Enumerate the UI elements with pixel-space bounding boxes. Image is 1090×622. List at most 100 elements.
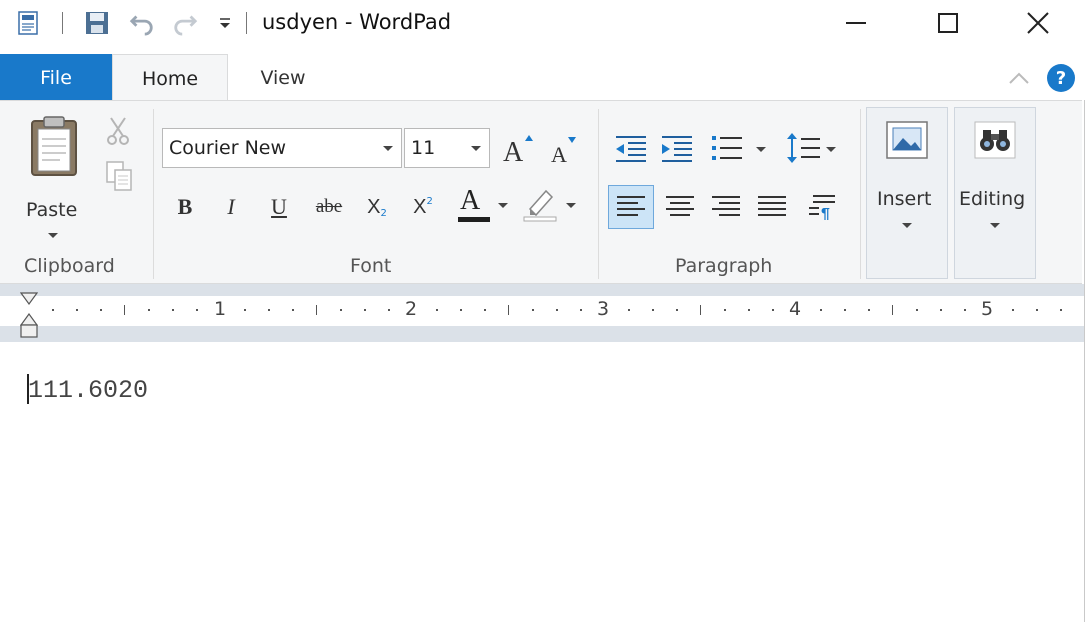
group-separator bbox=[598, 109, 599, 279]
ruler-tick bbox=[820, 309, 822, 311]
ruler-number: 4 bbox=[789, 298, 802, 320]
subscript-marker: 2 bbox=[380, 207, 387, 219]
align-center-icon bbox=[666, 196, 694, 216]
ruler-tick bbox=[268, 309, 270, 311]
ruler-tick bbox=[1060, 309, 1062, 311]
ruler-number: 2 bbox=[405, 298, 418, 320]
ruler[interactable]: 1 2 3 4 5 bbox=[0, 296, 1090, 326]
ruler-tick bbox=[652, 309, 654, 311]
ruler-tick bbox=[508, 305, 509, 315]
align-left-button[interactable] bbox=[608, 185, 654, 229]
shrink-font-icon: A bbox=[551, 137, 576, 165]
ruler-tick bbox=[340, 309, 342, 311]
svg-text:A: A bbox=[503, 137, 524, 165]
paste-label: Paste bbox=[26, 199, 78, 221]
svg-text:A: A bbox=[551, 142, 567, 165]
ruler-tick bbox=[724, 309, 726, 311]
customize-qat-icon[interactable] bbox=[212, 10, 238, 36]
maximize-icon bbox=[938, 13, 958, 33]
maximize-button[interactable] bbox=[902, 0, 994, 46]
insert-button[interactable]: Insert bbox=[866, 107, 948, 279]
strikethrough-button[interactable]: abe bbox=[308, 189, 350, 225]
ruler-tick bbox=[244, 309, 246, 311]
ruler-tick bbox=[916, 309, 918, 311]
subscript-button[interactable]: X 2 bbox=[358, 189, 396, 225]
ruler-tick bbox=[100, 309, 102, 311]
ruler-tick bbox=[484, 309, 486, 311]
close-button[interactable] bbox=[992, 0, 1084, 46]
increase-indent-button[interactable] bbox=[658, 129, 696, 167]
ruler-number: 5 bbox=[981, 298, 994, 320]
italic-button[interactable]: I bbox=[212, 189, 250, 225]
minimize-button[interactable] bbox=[810, 0, 902, 46]
minimize-ribbon-icon[interactable] bbox=[1008, 70, 1030, 89]
highlighter-icon bbox=[523, 189, 557, 222]
chevron-down-icon bbox=[498, 203, 508, 208]
qat-separator bbox=[62, 12, 63, 34]
ruler-tick bbox=[964, 309, 966, 311]
align-left-icon bbox=[617, 196, 645, 216]
font-group-label: Font bbox=[350, 255, 392, 277]
tab-view[interactable]: View bbox=[238, 54, 328, 101]
font-size-dropdown[interactable]: 11 bbox=[404, 128, 490, 168]
window-title: usdyen - WordPad bbox=[262, 10, 452, 34]
window-right-edge bbox=[1084, 100, 1090, 622]
ruler-number: 3 bbox=[597, 298, 610, 320]
undo-icon[interactable] bbox=[129, 10, 155, 36]
tab-home[interactable]: Home bbox=[112, 54, 228, 102]
chevron-down-icon bbox=[826, 147, 836, 152]
shrink-font-button[interactable]: A bbox=[546, 133, 580, 167]
align-center-button[interactable] bbox=[660, 185, 700, 229]
ruler-tick bbox=[700, 305, 701, 315]
svg-text:¶: ¶ bbox=[821, 206, 830, 220]
justify-icon bbox=[758, 196, 786, 216]
copy-button[interactable] bbox=[103, 159, 135, 193]
ruler-tick bbox=[556, 309, 558, 311]
justify-button[interactable] bbox=[752, 185, 792, 229]
tab-file[interactable]: File bbox=[0, 54, 112, 101]
ruler-tick bbox=[772, 309, 774, 311]
save-icon[interactable] bbox=[84, 10, 110, 36]
bullet-list-button[interactable] bbox=[708, 129, 770, 167]
wordpad-app-icon[interactable] bbox=[16, 10, 42, 36]
paste-button[interactable]: Paste bbox=[18, 113, 90, 241]
chevron-down-icon bbox=[756, 147, 766, 152]
redo-icon[interactable] bbox=[172, 10, 198, 36]
bold-button[interactable]: B bbox=[166, 189, 204, 225]
highlight-color-button[interactable] bbox=[520, 185, 580, 227]
chevron-down-icon bbox=[902, 223, 912, 228]
line-spacing-button[interactable] bbox=[784, 129, 840, 167]
group-separator bbox=[153, 109, 154, 279]
superscript-button[interactable]: X 2 bbox=[404, 189, 442, 225]
help-icon[interactable]: ? bbox=[1047, 64, 1075, 92]
copy-icon bbox=[106, 161, 132, 191]
decrease-indent-button[interactable] bbox=[612, 129, 650, 167]
ruler-tick bbox=[172, 309, 174, 311]
increase-indent-icon bbox=[662, 136, 692, 162]
ruler-tick bbox=[52, 309, 54, 311]
document-area[interactable]: 111.6020 bbox=[0, 342, 1084, 622]
font-family-value: Courier New bbox=[169, 137, 287, 159]
ruler-tick bbox=[580, 309, 582, 311]
chevron-down-icon bbox=[990, 223, 1000, 228]
ruler-tick bbox=[844, 309, 846, 311]
ruler-tick bbox=[628, 309, 630, 311]
underline-button[interactable]: U bbox=[260, 189, 298, 225]
editing-button[interactable]: Editing bbox=[954, 107, 1036, 279]
ruler-tick bbox=[364, 309, 366, 311]
paragraph-button[interactable]: ¶ bbox=[802, 185, 842, 229]
grow-font-button[interactable]: A bbox=[500, 131, 536, 167]
ruler-tick bbox=[460, 309, 462, 311]
minimize-icon bbox=[846, 22, 866, 24]
font-color-button[interactable]: A bbox=[454, 185, 512, 227]
ruler-tick bbox=[532, 309, 534, 311]
chevron-down-icon bbox=[471, 146, 481, 151]
ruler-tick bbox=[1036, 309, 1038, 311]
indent-marker-icon[interactable] bbox=[20, 292, 38, 338]
font-color-glyph: A bbox=[460, 185, 481, 216]
cut-button[interactable] bbox=[103, 115, 133, 147]
document-text[interactable]: 111.6020 bbox=[28, 376, 148, 405]
align-right-button[interactable] bbox=[706, 185, 746, 229]
chevron-down-icon bbox=[566, 203, 576, 208]
font-family-dropdown[interactable]: Courier New bbox=[162, 128, 402, 168]
